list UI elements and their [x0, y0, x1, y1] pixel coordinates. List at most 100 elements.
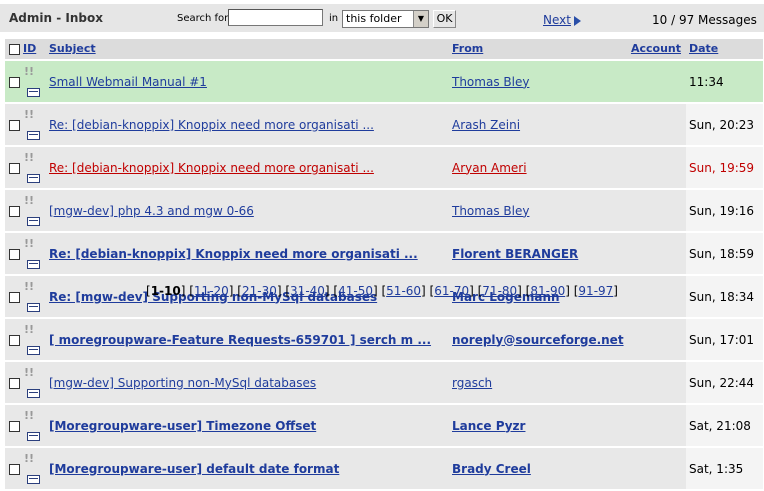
row-checkbox[interactable] [9, 420, 20, 432]
row-checkbox-cell [5, 104, 23, 145]
ok-button[interactable]: OK [433, 10, 456, 28]
column-id[interactable]: ID [23, 39, 46, 59]
pager-link[interactable]: 31-40 [290, 284, 325, 298]
flag-icon[interactable]: !! [23, 452, 34, 465]
column-subject[interactable]: Subject [46, 39, 449, 59]
envelope-icon [27, 174, 40, 183]
envelope-icon [27, 88, 40, 97]
row-checkbox[interactable] [9, 162, 20, 174]
from-cell: Thomas Bley [449, 190, 686, 231]
row-checkbox[interactable] [9, 334, 20, 346]
from-cell: Thomas Bley [449, 61, 686, 102]
in-label: in [329, 13, 339, 24]
subject-link[interactable]: Re: [debian-knoppix] Knoppix need more o… [49, 247, 418, 261]
row-checkbox[interactable] [9, 119, 20, 131]
column-from[interactable]: From Account [449, 39, 686, 59]
sender-link[interactable]: noreply@sourceforge.net [452, 333, 624, 347]
sender-link[interactable]: Thomas Bley [452, 204, 529, 218]
subject-link[interactable]: [mgw-dev] Supporting non-MySql databases [49, 376, 316, 390]
from-cell: noreply@sourceforge.net [449, 319, 686, 360]
date-text: Sun, 19:16 [689, 203, 755, 218]
sender-link[interactable]: Brady Creel [452, 462, 531, 476]
row-checkbox[interactable] [9, 248, 20, 260]
sender-link[interactable]: rgasch [452, 376, 492, 390]
pager-link[interactable]: 91-97 [578, 284, 613, 298]
sender-link[interactable]: Arash Zeini [452, 118, 520, 132]
search-input[interactable] [228, 9, 323, 26]
flag-icon[interactable]: !! [23, 409, 34, 422]
envelope-icon [27, 475, 40, 484]
date-text: Sun, 17:01 [689, 332, 755, 347]
row-status-cell: !! [23, 233, 46, 274]
column-from-label[interactable]: From [452, 42, 483, 55]
table-row[interactable]: !! [mgw-dev] Supporting non-MySql databas… [5, 362, 763, 403]
pager-link[interactable]: 21-30 [242, 284, 277, 298]
date-cell: 11:34 [686, 61, 763, 102]
subject-link[interactable]: [ moregroupware-Feature Requests-659701 … [49, 333, 431, 347]
flag-icon[interactable]: !! [23, 366, 34, 379]
next-link[interactable]: Next [543, 13, 571, 27]
table-row[interactable]: !! Re: [debian-knoppix] Knoppix need more… [5, 147, 763, 188]
subject-link[interactable]: [Moregroupware-user] Timezone Offset [49, 419, 316, 433]
row-checkbox-cell [5, 405, 23, 446]
flag-icon[interactable]: !! [23, 108, 34, 121]
row-checkbox-cell [5, 362, 23, 403]
envelope-icon [27, 346, 40, 355]
row-status-cell: !! [23, 362, 46, 403]
pager-link[interactable]: 61-70 [434, 284, 469, 298]
subject-link[interactable]: Re: [debian-knoppix] Knoppix need more o… [49, 161, 374, 175]
subject-link[interactable]: Small Webmail Manual #1 [49, 75, 207, 89]
from-cell: rgasch [449, 362, 686, 403]
message-count: 10 / 97 Messages [652, 13, 757, 27]
flag-icon[interactable]: !! [23, 65, 34, 78]
sender-link[interactable]: Lance Pyzr [452, 419, 525, 433]
envelope-icon [27, 303, 40, 312]
row-checkbox[interactable] [9, 76, 20, 88]
from-cell: Lance Pyzr [449, 405, 686, 446]
page-title: Admin - Inbox [9, 11, 103, 25]
pager-link[interactable]: 11-20 [194, 284, 229, 298]
subject-link[interactable]: Re: [debian-knoppix] Knoppix need more o… [49, 118, 374, 132]
chevron-down-icon[interactable]: ▼ [413, 11, 428, 27]
from-cell: Aryan Ameri [449, 147, 686, 188]
pager-link[interactable]: 41-50 [338, 284, 373, 298]
pager-link[interactable]: 51-60 [386, 284, 421, 298]
date-cell: Sun, 19:16 [686, 190, 763, 231]
select-all-cell [5, 39, 23, 59]
flag-icon[interactable]: !! [23, 151, 34, 164]
table-row[interactable]: !! Re: [debian-knoppix] Knoppix need more… [5, 104, 763, 145]
flag-icon[interactable]: !! [23, 194, 34, 207]
row-status-cell: !! [23, 448, 46, 489]
pager-link[interactable]: 71-80 [482, 284, 517, 298]
pager-link[interactable]: 81-90 [530, 284, 565, 298]
row-checkbox-cell [5, 147, 23, 188]
table-row[interactable]: !! Small Webmail Manual #1 Thomas Bley 11:3… [5, 61, 763, 102]
subject-cell: Re: [debian-knoppix] Knoppix need more o… [46, 147, 449, 188]
subject-link[interactable]: [mgw-dev] php 4.3 and mgw 0-66 [49, 204, 254, 218]
sender-link[interactable]: Aryan Ameri [452, 161, 527, 175]
flag-icon[interactable]: !! [23, 323, 34, 336]
select-all-checkbox[interactable] [9, 43, 20, 55]
next-arrow-icon[interactable] [574, 16, 581, 26]
table-row[interactable]: !! [ moregroupware-Feature Requests-65970… [5, 319, 763, 360]
row-status-cell: !! [23, 61, 46, 102]
table-row[interactable]: !! [Moregroupware-user] default date form… [5, 448, 763, 489]
date-text: Sun, 18:59 [689, 246, 755, 261]
sender-link[interactable]: Florent BERANGER [452, 247, 578, 261]
date-text: 11:34 [689, 74, 724, 89]
sender-link[interactable]: Thomas Bley [452, 75, 529, 89]
flag-icon[interactable]: !! [23, 237, 34, 250]
row-checkbox[interactable] [9, 205, 20, 217]
row-checkbox[interactable] [9, 377, 20, 389]
date-text: Sun, 20:23 [689, 117, 755, 132]
table-row[interactable]: !! [mgw-dev] php 4.3 and mgw 0-66 Thomas B… [5, 190, 763, 231]
envelope-icon [27, 260, 40, 269]
table-row[interactable]: !! Re: [debian-knoppix] Knoppix need more… [5, 233, 763, 274]
column-account-label[interactable]: Account [631, 39, 681, 59]
subject-link[interactable]: [Moregroupware-user] default date format [49, 462, 339, 476]
column-date[interactable]: Date [686, 39, 763, 59]
row-checkbox[interactable] [9, 463, 20, 475]
folder-select[interactable]: this folder ▼ [342, 10, 429, 28]
table-row[interactable]: !! [Moregroupware-user] Timezone Offset La… [5, 405, 763, 446]
subject-cell: [Moregroupware-user] Timezone Offset [46, 405, 449, 446]
